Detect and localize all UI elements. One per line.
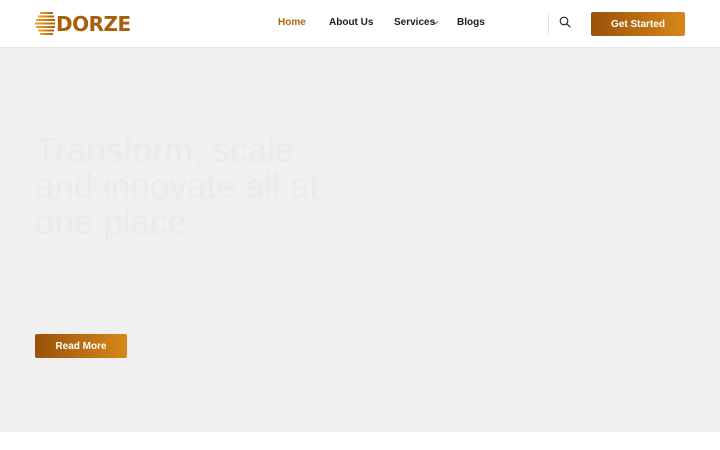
hero-title: Transform, scale and innovate all at one… xyxy=(35,131,320,242)
logo-text: DORZE xyxy=(56,12,131,36)
logo-icon xyxy=(35,12,55,35)
page: DORZE Home About Us Services Blogs Get S… xyxy=(0,0,720,450)
search-icon[interactable] xyxy=(559,16,571,28)
read-more-button[interactable]: Read More xyxy=(35,334,127,358)
below-hero xyxy=(0,432,720,450)
nav-blogs[interactable]: Blogs xyxy=(457,17,485,29)
nav-home[interactable]: Home xyxy=(278,17,306,29)
header-divider xyxy=(548,12,549,34)
logo[interactable]: DORZE xyxy=(35,11,131,37)
site-header: DORZE Home About Us Services Blogs Get S… xyxy=(0,0,720,47)
hero-section: Transform, scale and innovate all at one… xyxy=(0,47,720,432)
get-started-button[interactable]: Get Started xyxy=(591,12,685,36)
chevron-down-icon[interactable] xyxy=(432,19,439,26)
nav-services[interactable]: Services xyxy=(394,17,435,29)
nav-about-us[interactable]: About Us xyxy=(329,17,373,29)
